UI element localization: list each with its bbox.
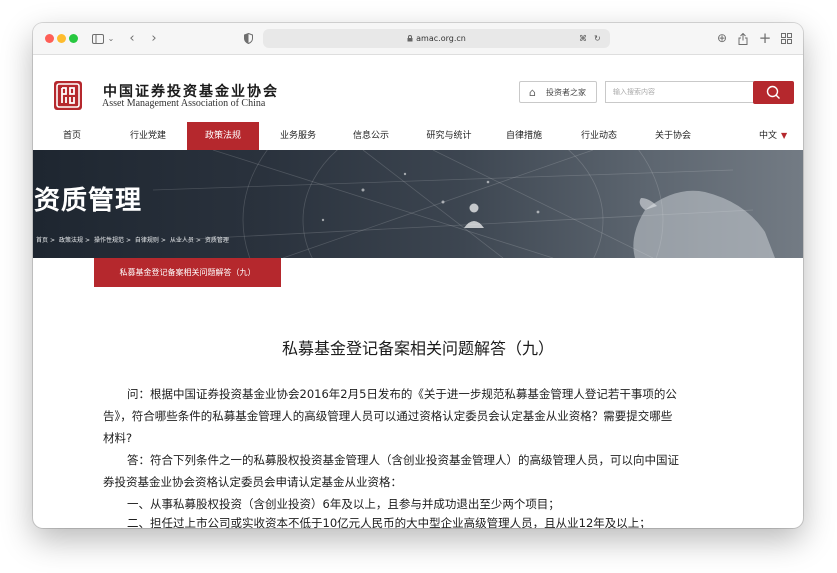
- download-icon[interactable]: ⊕: [715, 23, 729, 54]
- breadcrumb: 首页 > 政策法规 > 操作性规范 > 自律规则 > 从业人员 > 资质管理: [36, 235, 231, 244]
- home-icon: ⌂: [529, 86, 536, 99]
- back-arrow-icon[interactable]: ‹: [126, 23, 138, 54]
- language-switch[interactable]: 中文 ▼: [759, 122, 787, 150]
- banner-title: 资质管理: [34, 186, 143, 216]
- article-line: 二、担任过上市公司或实收资本不低于10亿元人民币的大中型企业高级管理人员，且从业…: [127, 516, 651, 528]
- nav-item-disclosure[interactable]: 信息公示: [342, 122, 400, 150]
- shield-icon[interactable]: [241, 23, 255, 54]
- nav-item-research[interactable]: 研究与统计: [413, 122, 485, 150]
- page-banner: 资质管理 首页 > 政策法规 > 操作性规范 > 自律规则 > 从业人员 > 资质管理: [33, 150, 803, 258]
- investor-home-label: 投资者之家: [546, 88, 586, 97]
- breadcrumb-separator: >: [195, 237, 201, 244]
- article-line: 券投资基金业协会资格认定委员会申请认定基金从业资格：: [103, 475, 402, 489]
- nav-item-policy[interactable]: 政策法规: [187, 122, 259, 150]
- nav-item-self-regulation[interactable]: 自律措施: [495, 122, 553, 150]
- browser-toolbar: ⌄ ‹ › amac.org.cn ⌘ ↻ ⊕ +: [33, 23, 803, 55]
- translate-icon[interactable]: ⌘: [579, 29, 587, 48]
- tab-overview-icon[interactable]: [779, 23, 793, 54]
- article-line: 答：符合下列条件之一的私募股权投资基金管理人（含创业投资基金管理人）的高级管理人…: [127, 453, 679, 467]
- search-input[interactable]: [605, 81, 754, 103]
- address-bar[interactable]: amac.org.cn ⌘ ↻: [263, 29, 610, 48]
- new-tab-icon[interactable]: +: [758, 23, 772, 54]
- close-window-button[interactable]: [45, 34, 54, 43]
- breadcrumb-item-operational-norms[interactable]: 操作性规范: [94, 237, 124, 244]
- lock-icon: [407, 35, 413, 42]
- article-line: 告》，符合哪些条件的私募基金管理人的高级管理人员可以通过资格认定委员会认定基金从…: [103, 409, 673, 423]
- main-nav: 首页 行业党建 政策法规 业务服务 信息公示 研究与统计 自律措施 行业动态 关…: [33, 122, 803, 150]
- chevron-down-icon[interactable]: ⌄: [106, 23, 116, 54]
- reload-icon[interactable]: ↻: [594, 29, 601, 48]
- article-tab[interactable]: 私募基金登记备案相关问题解答（九）: [94, 258, 281, 287]
- nav-item-party-building[interactable]: 行业党建: [118, 122, 178, 150]
- nav-item-business[interactable]: 业务服务: [269, 122, 327, 150]
- search-button[interactable]: [753, 81, 794, 104]
- breadcrumb-item-qualification[interactable]: 资质管理: [205, 237, 229, 244]
- zoom-window-button[interactable]: [69, 34, 78, 43]
- forward-arrow-icon[interactable]: ›: [148, 23, 160, 54]
- browser-window: ⌄ ‹ › amac.org.cn ⌘ ↻ ⊕ + 中国证券投资基金业协会 As…: [33, 23, 803, 528]
- breadcrumb-separator: >: [84, 237, 91, 244]
- nav-item-industry-news[interactable]: 行业动态: [570, 122, 628, 150]
- nav-item-home[interactable]: 首页: [53, 122, 91, 150]
- breadcrumb-item-practitioners[interactable]: 从业人员: [170, 237, 194, 244]
- sidebar-icon[interactable]: [91, 23, 105, 54]
- caret-down-icon: ▼: [781, 131, 788, 140]
- url-text: amac.org.cn: [263, 29, 610, 48]
- breadcrumb-separator: >: [125, 237, 131, 244]
- site-header: 中国证券投资基金业协会 Asset Management Association…: [33, 55, 803, 121]
- language-label: 中文: [759, 131, 778, 141]
- search-icon: [766, 85, 780, 99]
- amac-logo-icon[interactable]: [54, 81, 82, 110]
- article-line: 问：根据中国证券投资基金业协会2016年2月5日发布的《关于进一步规范私募基金管…: [127, 387, 677, 401]
- nav-item-about[interactable]: 关于协会: [644, 122, 702, 150]
- breadcrumb-item-policy[interactable]: 政策法规: [59, 237, 83, 244]
- article-line: 材料?: [103, 431, 133, 445]
- breadcrumb-separator: >: [160, 237, 166, 244]
- minimize-window-button[interactable]: [57, 34, 66, 43]
- article-title: 私募基金登记备案相关问题解答（九）: [281, 339, 554, 358]
- breadcrumb-separator: >: [50, 237, 56, 244]
- share-icon[interactable]: [736, 23, 750, 54]
- org-name-en[interactable]: Asset Management Association of China: [102, 98, 265, 109]
- breadcrumb-item-home[interactable]: 首页: [36, 237, 48, 244]
- url-value: amac.org.cn: [416, 34, 466, 43]
- investor-home-button[interactable]: ⌂ 投资者之家: [519, 81, 597, 103]
- breadcrumb-item-self-regulatory-rules[interactable]: 自律规则: [135, 237, 159, 244]
